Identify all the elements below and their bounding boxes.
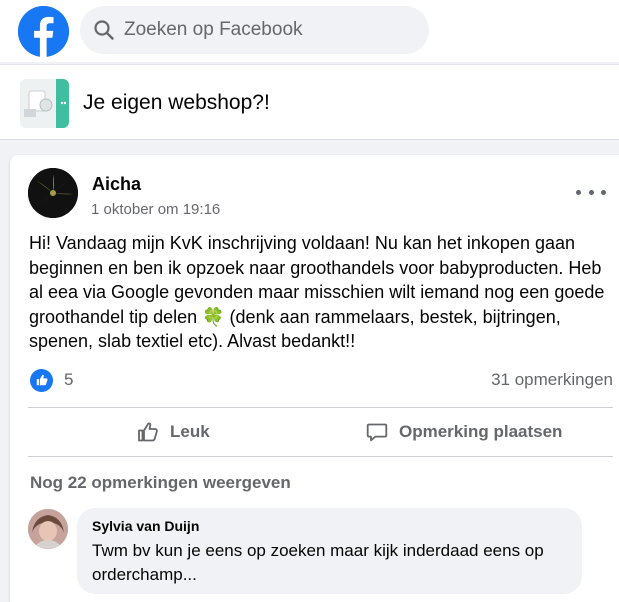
reaction-count: 5 [64,370,74,389]
post-body-text: Hi! Vandaag mijn KvK inschrijving voldaa… [29,233,605,351]
comment-button[interactable]: Opmerking plaatsen [365,412,562,452]
like-button-label: Leuk [170,422,210,441]
facebook-logo-icon[interactable] [18,6,69,57]
reactions-summary[interactable]: 5 [30,367,73,393]
more-options-dot [576,189,581,195]
commenter-avatar[interactable] [28,509,68,549]
post-card: Aicha 1 oktober om 19:16 Hi! Vandaag mij… [10,155,619,602]
comment-button-label: Opmerking plaatsen [399,422,563,441]
comment-text: Twm bv kun je eens op zoeken maar kijk i… [92,541,544,584]
search-bar[interactable] [80,6,429,54]
view-more-comments-link[interactable]: Nog 22 opmerkingen weergeven [30,473,291,493]
group-title[interactable]: Je eigen webshop?! [83,91,270,115]
comment-bubble: Sylvia van Duijn Twm bv kun je eens op z… [77,508,582,594]
search-icon [94,20,114,40]
more-options-icon[interactable] [576,180,606,204]
more-options-dot [601,189,606,195]
like-reaction-icon [30,368,53,392]
comment-icon [366,423,388,442]
search-input[interactable] [124,6,414,54]
more-options-dot [588,189,594,195]
group-cover-image[interactable] [20,79,69,128]
top-navigation-bar [0,0,619,62]
group-header: Je eigen webshop?! [0,64,619,140]
post-author-name[interactable]: Aicha [92,174,141,195]
comments-count-link[interactable]: 31 opmerkingen [491,370,613,390]
thumbs-up-icon [138,422,158,442]
author-avatar[interactable] [28,168,78,218]
commenter-name[interactable]: Sylvia van Duijn [92,518,199,534]
post-timestamp[interactable]: 1 oktober om 19:16 [91,201,220,218]
divider [28,407,613,408]
like-button[interactable]: Leuk [136,412,210,452]
divider [28,456,613,457]
